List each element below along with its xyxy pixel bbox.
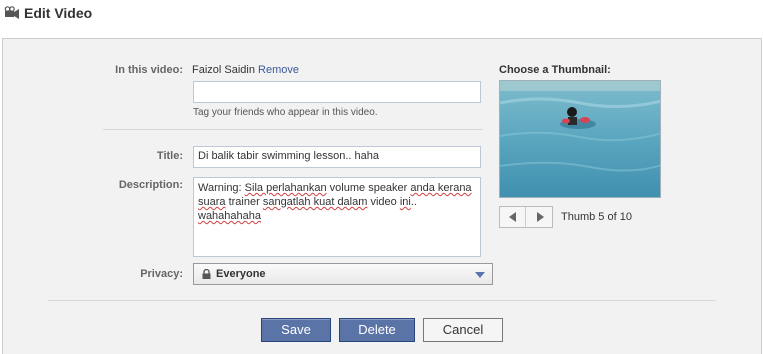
arrow-left-icon [509,212,516,222]
description-textarea[interactable]: Warning: Sila perlahankan volume speaker… [193,177,481,257]
privacy-label: Privacy: [140,268,183,280]
thumbnail-pager [499,206,553,228]
thumbnail-image [499,80,661,198]
description-text: .. [410,196,417,208]
title-input[interactable]: Di balik tabir swimming lesson.. haha [193,146,481,168]
description-text: Warning: [198,182,245,194]
section-divider [103,129,483,130]
tagged-people: Faizol Saidin Remove [192,64,299,76]
remove-tag-link[interactable]: Remove [258,64,299,76]
description-text: anda kerana [410,182,472,194]
tag-hint: Tag your friends who appear in this vide… [193,107,378,118]
in-this-video-label: In this video: [115,64,183,76]
title-value: Di balik tabir swimming lesson.. haha [198,150,379,162]
description-text: wahahahaha [198,210,262,222]
previous-thumbnail-button[interactable] [500,207,526,227]
description-text: video [367,196,400,208]
privacy-selected: Everyone [216,268,266,280]
thumbnail-counter: Thumb 5 of 10 [561,211,632,223]
title-label: Title: [156,150,183,162]
description-text: Sila perlahankan [244,182,327,194]
tagged-person-name[interactable]: Faizol Saidin [192,64,255,76]
description-text: volume speaker [326,182,411,194]
privacy-dropdown[interactable]: Everyone [193,263,493,285]
thumbnail-title: Choose a Thumbnail: [499,64,611,76]
delete-button[interactable]: Delete [339,318,415,342]
save-button[interactable]: Save [261,318,331,342]
description-text: suara [198,196,226,208]
chevron-down-icon [475,272,485,278]
video-camera-icon [4,6,19,19]
description-text: trainer [225,196,263,208]
dialog-title: Edit Video [24,5,93,21]
dialog-header: Edit Video [0,0,764,30]
description-label: Description: [118,179,183,191]
actions-divider [48,300,716,301]
arrow-right-icon [537,212,544,222]
tag-friends-input[interactable] [193,81,481,103]
next-thumbnail-button[interactable] [527,207,553,227]
lock-icon [202,269,211,279]
cancel-button[interactable]: Cancel [423,318,503,342]
description-text: sangatlah kuat dalam [262,196,368,208]
description-text: ini [399,196,411,208]
